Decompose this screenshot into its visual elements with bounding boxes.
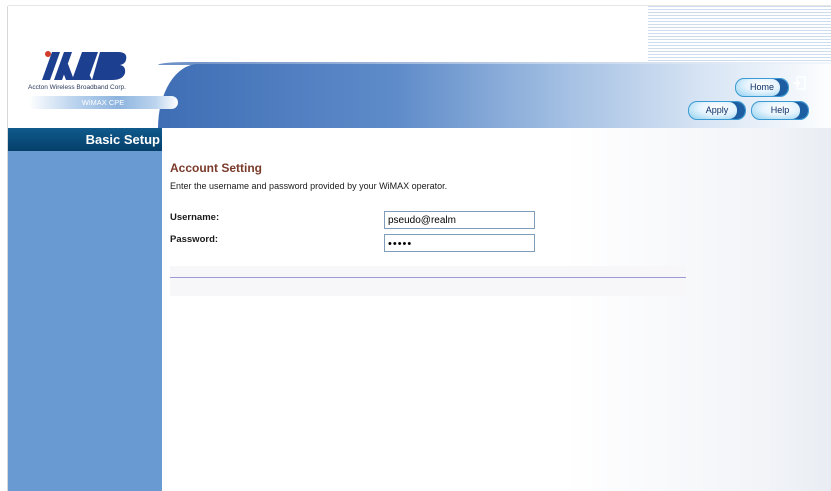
help-button[interactable]: Help <box>751 101 809 120</box>
username-label: Username: <box>170 212 220 223</box>
divider <box>170 277 686 278</box>
home-button[interactable]: Home <box>735 78 789 97</box>
sidebar: Basic Setup <box>8 128 162 491</box>
company-name: Accton Wireless Broadband Corp. <box>28 84 126 91</box>
password-input[interactable]: ••••• <box>384 234 535 252</box>
password-label: Password: <box>170 234 219 245</box>
logout-icon[interactable] <box>792 76 806 90</box>
main-content: Account Setting Enter the username and p… <box>162 128 831 491</box>
product-badge: WiMAX CPE <box>28 96 178 109</box>
page-frame: Accton Wireless Broadband Corp. WiMAX CP… <box>8 6 831 491</box>
header-stripes <box>648 6 831 64</box>
sidebar-item-label: Basic Setup <box>85 132 160 147</box>
username-input[interactable]: pseudo@realm <box>384 211 535 229</box>
apply-button[interactable]: Apply <box>688 101 746 120</box>
section-description: Enter the username and password provided… <box>170 181 448 191</box>
brand-logo: Accton Wireless Broadband Corp. WiMAX CP… <box>28 50 178 120</box>
form-footer-area <box>170 266 686 296</box>
section-title: Account Setting <box>170 161 262 175</box>
awb-logo-icon <box>42 51 127 80</box>
sidebar-item-basic-setup[interactable]: Basic Setup <box>8 128 162 151</box>
